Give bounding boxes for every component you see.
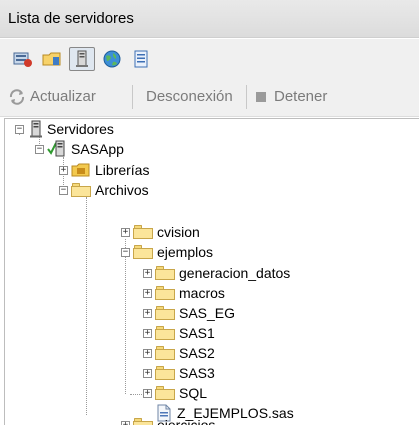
- tree-item-sasapp[interactable]: SASApp: [47, 139, 124, 159]
- expand-toggle[interactable]: +: [121, 228, 130, 237]
- server-tree[interactable]: − Servidores − SASApp + Librerías − Arch: [4, 118, 419, 425]
- tree-item-label: Librerías: [95, 162, 150, 178]
- tree-connector: [125, 239, 126, 394]
- stop-icon: [256, 91, 266, 102]
- expand-toggle[interactable]: +: [143, 269, 152, 278]
- tree-item-ejercicios[interactable]: ejercicios: [133, 415, 215, 425]
- tree-item-sql[interactable]: SQL: [155, 383, 207, 403]
- folder-icon: [133, 418, 153, 425]
- tree-item-label: ejemplos: [157, 244, 214, 260]
- collapse-toggle[interactable]: −: [35, 145, 44, 154]
- tree-item-label: cvision: [157, 224, 200, 240]
- folder-icon: [155, 266, 175, 280]
- tree-item-label: SAS2: [179, 345, 215, 361]
- tree-item-sas2[interactable]: SAS2: [155, 343, 215, 363]
- tree-item-sas-eg[interactable]: SAS_EG: [155, 303, 235, 323]
- tree-item-label: Servidores: [47, 121, 114, 137]
- toolbar-separator: [246, 85, 247, 109]
- stop-button[interactable]: Detener: [256, 88, 327, 105]
- tree-item-cvision[interactable]: cvision: [133, 222, 200, 242]
- tree-item-ejemplos[interactable]: ejemplos: [133, 242, 213, 262]
- folder-icon: [155, 306, 175, 320]
- icon-toolbar: [0, 39, 419, 77]
- collapse-toggle[interactable]: −: [59, 186, 68, 195]
- tree-item-librerias[interactable]: Librerías: [71, 160, 149, 180]
- expand-toggle[interactable]: +: [121, 421, 130, 425]
- list-icon[interactable]: [128, 47, 154, 71]
- folder-icon: [155, 386, 175, 400]
- server-icon[interactable]: [69, 47, 95, 71]
- tree-item-servidores[interactable]: Servidores: [29, 119, 114, 139]
- tree-item-label: Archivos: [95, 182, 149, 198]
- refresh-label: Actualizar: [30, 88, 96, 105]
- server-icon: [30, 120, 42, 138]
- folder-icon: [133, 225, 153, 239]
- tree-item-generacion-datos[interactable]: generacion_datos: [155, 263, 290, 283]
- panel-title: Lista de servidores: [8, 10, 134, 27]
- expand-toggle[interactable]: +: [143, 349, 152, 358]
- folder-icon: [155, 346, 175, 360]
- disconnect-button[interactable]: Desconexión: [146, 88, 233, 105]
- tree-connector: [86, 197, 87, 415]
- tree-item-sas1[interactable]: SAS1: [155, 323, 215, 343]
- panel-title-bar: Lista de servidores: [0, 0, 419, 38]
- expand-toggle[interactable]: +: [143, 369, 152, 378]
- tree-item-label: SQL: [179, 385, 208, 401]
- stop-label: Detener: [274, 88, 328, 105]
- expand-toggle[interactable]: +: [143, 329, 152, 338]
- server-connect-icon[interactable]: [10, 47, 36, 71]
- refresh-icon: [9, 88, 25, 105]
- folder-icon: [155, 366, 175, 380]
- globe-icon[interactable]: [99, 47, 125, 71]
- refresh-button[interactable]: Actualizar: [8, 88, 96, 105]
- expand-toggle[interactable]: +: [143, 389, 152, 398]
- folder-icon: [133, 245, 153, 259]
- tree-item-label: generacion_datos: [179, 265, 291, 281]
- library-icon: [71, 163, 90, 177]
- collapse-toggle[interactable]: −: [15, 125, 24, 134]
- disconnect-label: Desconexión: [146, 88, 233, 105]
- folder-icon[interactable]: [39, 47, 65, 71]
- tree-item-label: SASApp: [71, 141, 124, 157]
- tree-item-label: ejercicios: [157, 417, 216, 425]
- tree-item-label: SAS1: [179, 325, 215, 341]
- expand-toggle[interactable]: +: [143, 309, 152, 318]
- action-toolbar: Actualizar Desconexión Detener: [0, 77, 419, 117]
- folder-icon: [71, 183, 91, 197]
- server-connected-icon: [47, 140, 65, 157]
- collapse-toggle[interactable]: −: [121, 248, 130, 257]
- tree-item-archivos[interactable]: Archivos: [71, 180, 149, 200]
- tree-item-sas3[interactable]: SAS3: [155, 363, 215, 383]
- toolbar-separator: [132, 85, 133, 109]
- tree-item-macros[interactable]: macros: [155, 283, 225, 303]
- expand-toggle[interactable]: +: [59, 166, 68, 175]
- expand-toggle[interactable]: +: [143, 289, 152, 298]
- tree-item-label: SAS3: [179, 365, 215, 381]
- tree-item-label: SAS_EG: [179, 305, 236, 321]
- folder-icon: [155, 326, 175, 340]
- tree-connector: [130, 394, 144, 395]
- folder-icon: [155, 286, 175, 300]
- tree-item-label: macros: [179, 285, 225, 301]
